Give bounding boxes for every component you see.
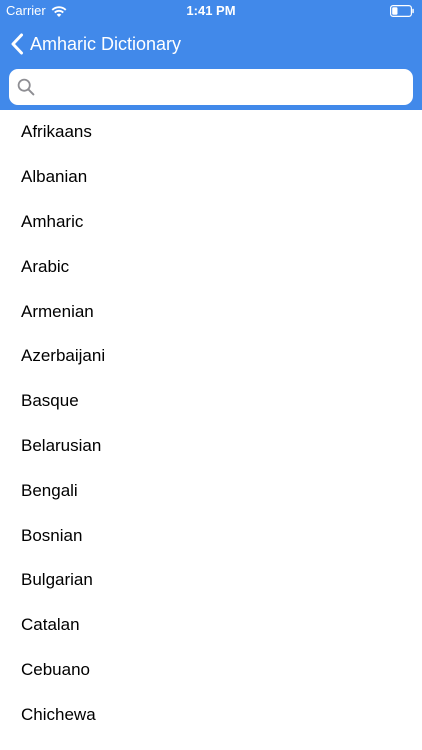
language-list-item[interactable]: Bosnian bbox=[0, 513, 422, 558]
language-list-item[interactable]: Basque bbox=[0, 379, 422, 424]
language-list-item[interactable]: Belarusian bbox=[0, 424, 422, 469]
status-bar: Carrier 1:41 PM bbox=[0, 0, 422, 22]
language-list-item[interactable]: Amharic bbox=[0, 200, 422, 245]
search-bar[interactable] bbox=[9, 69, 413, 105]
back-button-label: Amharic Dictionary bbox=[30, 34, 182, 54]
search-input[interactable] bbox=[41, 73, 405, 101]
language-list-item[interactable]: Albanian bbox=[0, 155, 422, 200]
language-list-item[interactable]: Chichewa bbox=[0, 692, 422, 737]
language-list-item[interactable]: Azerbaijani bbox=[0, 334, 422, 379]
header: Carrier 1:41 PM Amharic Dictionary bbox=[0, 0, 422, 110]
navigation-bar: Amharic Dictionary bbox=[0, 22, 422, 66]
language-list-item[interactable]: Catalan bbox=[0, 603, 422, 648]
back-button[interactable]: Amharic Dictionary bbox=[10, 31, 181, 57]
chevron-left-icon bbox=[11, 33, 23, 55]
language-list-item[interactable]: Bulgarian bbox=[0, 558, 422, 603]
magnifying-glass-icon bbox=[17, 78, 35, 96]
language-list-item[interactable]: Bengali bbox=[0, 468, 422, 513]
language-list: Afrikaans Albanian Amharic Arabic Armenian Az… bbox=[0, 110, 422, 737]
language-list-item[interactable]: Afrikaans bbox=[0, 110, 422, 155]
status-time: 1:41 PM bbox=[186, 3, 236, 18]
language-list-item[interactable]: Armenian bbox=[0, 289, 422, 334]
language-list-item[interactable]: Cebuano bbox=[0, 648, 422, 693]
battery-icon bbox=[390, 5, 414, 17]
language-list-item[interactable]: Arabic bbox=[0, 244, 422, 289]
battery-level-fill bbox=[392, 7, 398, 15]
